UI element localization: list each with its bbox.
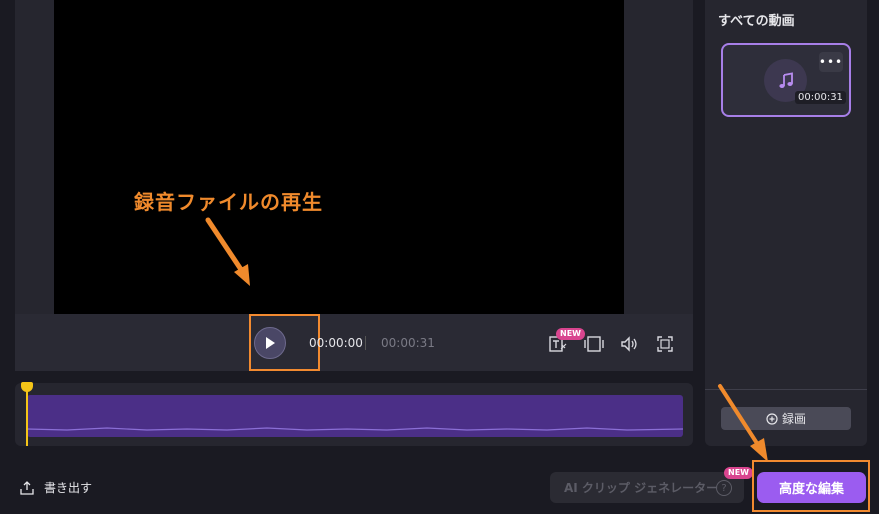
video-canvas <box>54 0 624 314</box>
fullscreen-button[interactable] <box>654 333 676 355</box>
time-divider <box>365 336 366 350</box>
export-button[interactable]: 書き出す <box>20 479 92 496</box>
volume-button[interactable] <box>618 333 640 355</box>
annotation-label: 録音ファイルの再生 <box>134 190 323 214</box>
waveform-line <box>27 427 683 431</box>
advanced-edit-button[interactable]: 高度な編集 <box>757 472 866 503</box>
new-badge: NEW <box>556 328 585 340</box>
fullscreen-icon <box>657 336 673 352</box>
volume-icon <box>621 336 637 352</box>
record-button-label: 録画 <box>781 412 806 426</box>
clip-more-button[interactable]: ••• <box>819 52 843 72</box>
playhead-line[interactable] <box>26 388 28 446</box>
export-label: 書き出す <box>44 481 93 495</box>
clip-duration: 00:00:31 <box>795 91 846 104</box>
aspect-ratio-button[interactable] <box>583 333 605 355</box>
total-time: 00:00:31 <box>381 336 435 350</box>
aspect-ratio-icon <box>584 336 604 352</box>
ai-clip-label: AI クリップ ジェネレーター <box>564 481 719 495</box>
help-icon[interactable]: ? <box>716 480 732 496</box>
ai-clip-generator-button[interactable]: AI クリップ ジェネレーター <box>550 472 744 503</box>
annotation-arrow-play <box>205 217 250 286</box>
current-time: 00:00:00 <box>309 336 363 350</box>
music-icon <box>778 71 793 88</box>
sidebar-title: すべての動画 <box>718 14 795 29</box>
export-icon <box>20 480 34 495</box>
audio-waveform-track[interactable] <box>27 395 683 437</box>
ai-new-badge: NEW <box>724 467 753 479</box>
annotation-arrow-advanced <box>718 384 768 462</box>
